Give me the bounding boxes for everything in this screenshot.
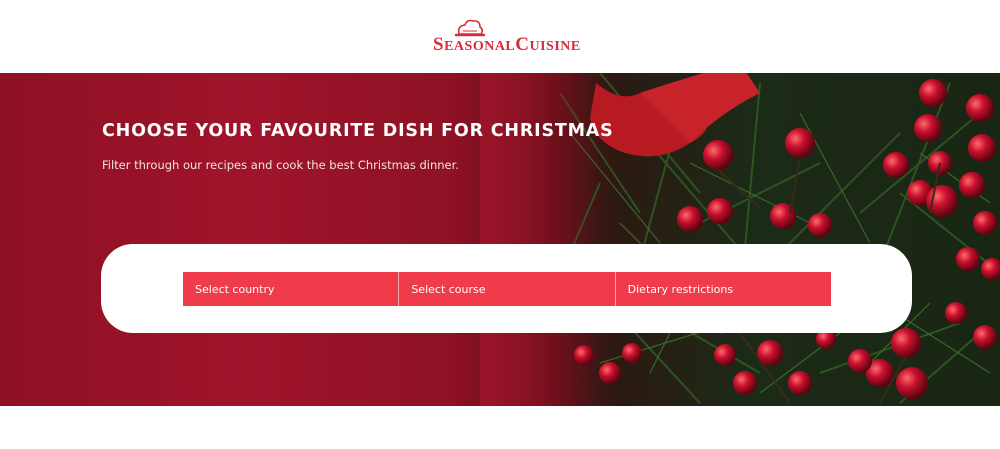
seasonal-cuisine-logo[interactable]: SEASONALCUISINE — [433, 18, 583, 58]
logo-wordmark: SEASONALCUISINE — [433, 34, 581, 55]
course-select[interactable]: Select course — [399, 272, 616, 306]
dietary-restrictions-select[interactable]: Dietary restrictions — [615, 272, 831, 306]
hero-banner: CHOOSE YOUR FAVOURITE DISH FOR CHRISTMAS… — [0, 73, 1000, 406]
filter-card: Select country Select course Dietary res… — [101, 244, 912, 333]
hero-subtitle: Filter through our recipes and cook the … — [102, 158, 459, 172]
filter-bar: Select country Select course Dietary res… — [183, 272, 831, 306]
site-header: SEASONALCUISINE — [0, 0, 1000, 73]
country-select[interactable]: Select country — [183, 272, 400, 306]
hero-title: CHOOSE YOUR FAVOURITE DISH FOR CHRISTMAS — [102, 121, 614, 141]
